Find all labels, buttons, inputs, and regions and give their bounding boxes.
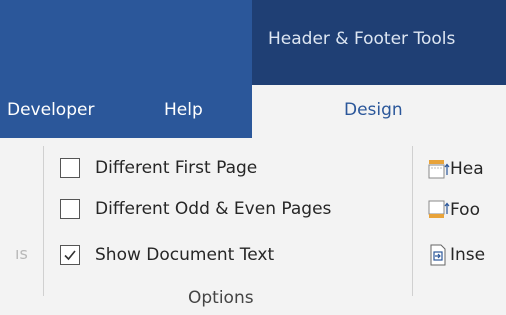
tab-design-label: Design xyxy=(344,100,403,120)
partial-left-group-text: ıs xyxy=(15,244,28,263)
tab-developer[interactable]: Developer xyxy=(7,100,94,120)
ribbon-body: ıs Different First Page Different Odd & … xyxy=(0,138,506,315)
option-label: Different Odd & Even Pages xyxy=(95,199,332,219)
insert-alignment-tab-icon xyxy=(430,244,446,266)
ribbon-tabs: Developer Help Design xyxy=(0,85,506,138)
show-document-text-checkbox[interactable] xyxy=(60,245,80,265)
group-separator xyxy=(43,146,44,296)
group-separator xyxy=(412,146,413,296)
options-group-label: Options xyxy=(188,288,254,308)
header-position-icon xyxy=(428,160,450,179)
option-label: Show Document Text xyxy=(95,245,275,265)
title-bar: Header & Footer Tools xyxy=(0,0,506,85)
checkmark-icon xyxy=(64,250,76,261)
option-label: Different First Page xyxy=(95,158,258,178)
tab-help[interactable]: Help xyxy=(164,100,203,120)
contextual-tab-group-header: Header & Footer Tools xyxy=(252,0,506,85)
right-item-label: Hea xyxy=(450,159,484,179)
tab-design[interactable]: Design xyxy=(252,85,506,138)
different-first-page-checkbox[interactable] xyxy=(60,158,80,178)
different-odd-even-checkbox[interactable] xyxy=(60,199,80,219)
right-item-label: Inse xyxy=(450,245,486,265)
contextual-tab-group-label: Header & Footer Tools xyxy=(268,29,456,49)
footer-position-icon xyxy=(428,200,450,218)
right-item-label: Foo xyxy=(450,200,480,220)
